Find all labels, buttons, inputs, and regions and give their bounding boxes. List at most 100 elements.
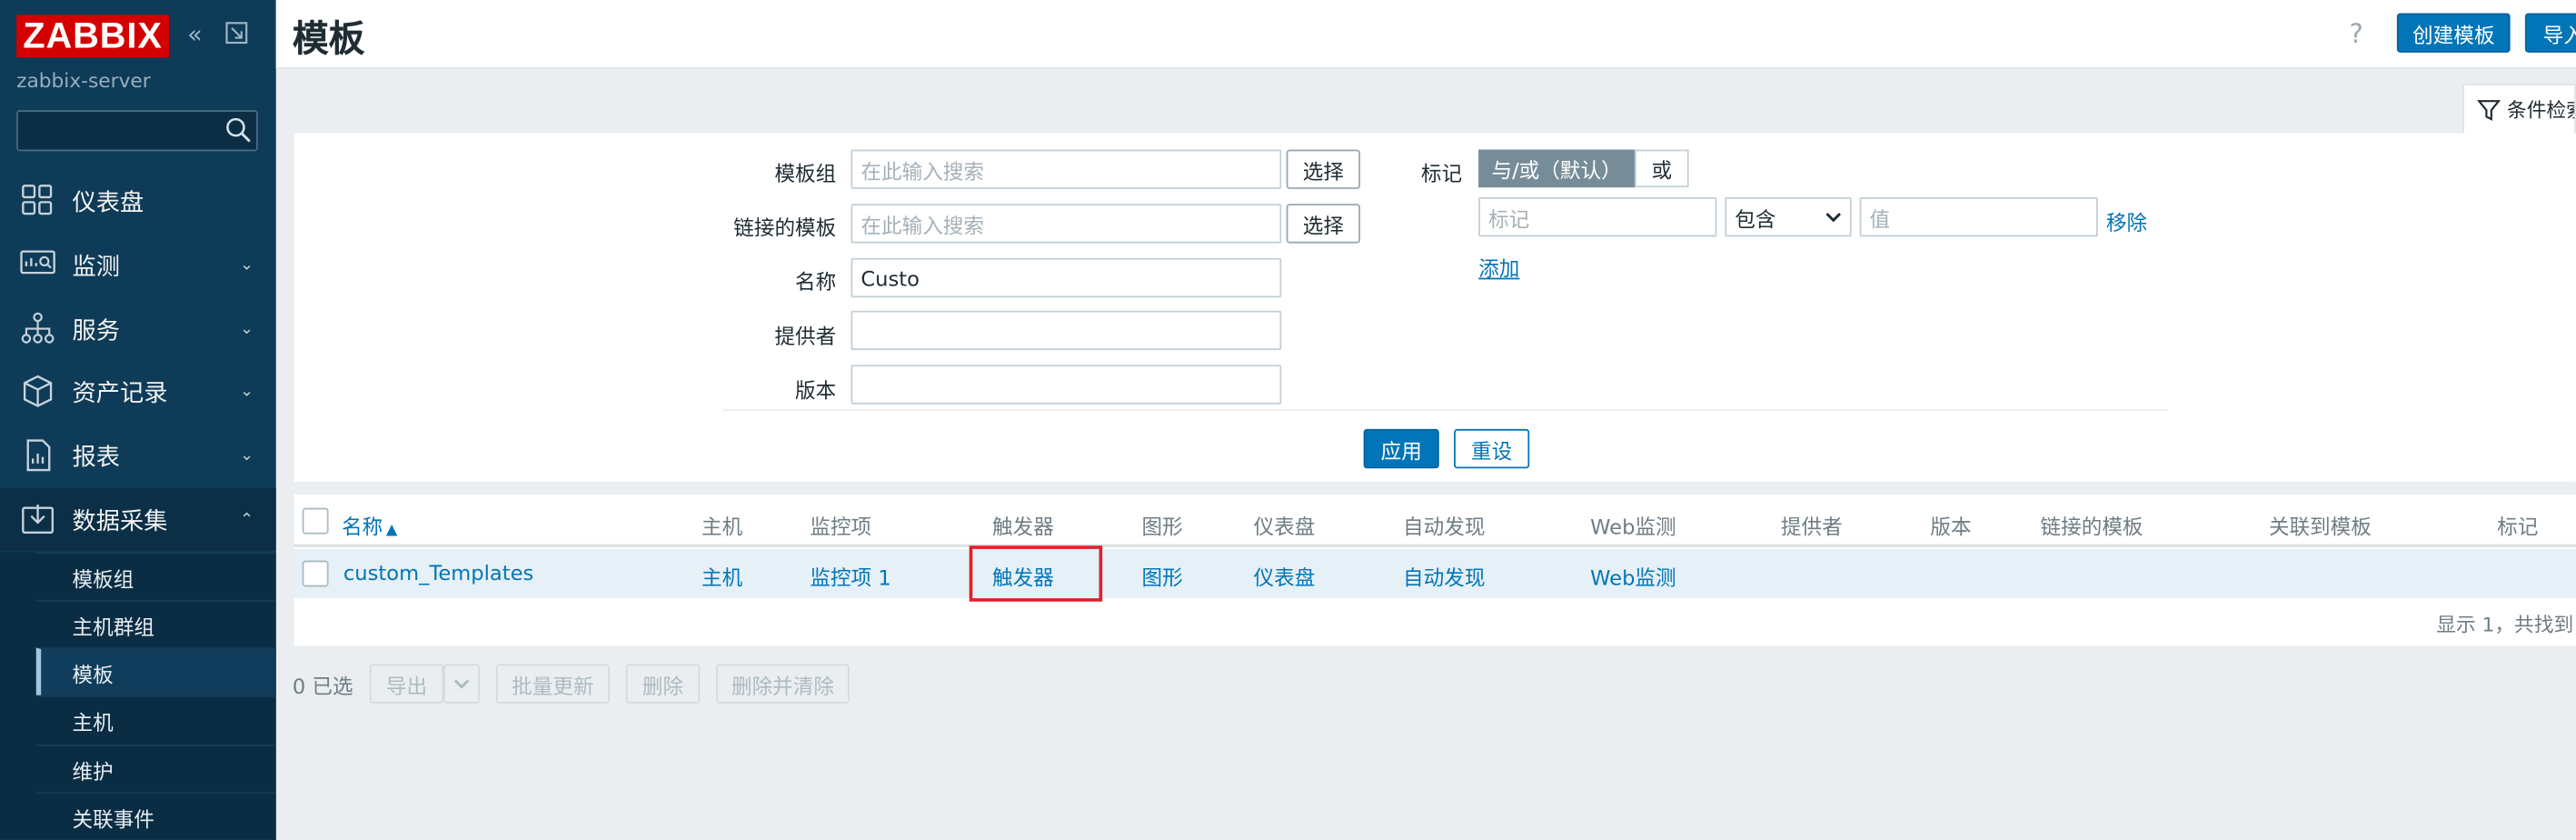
menu-item-reports[interactable]: 报表 ⌄ [0, 424, 276, 486]
table-row: custom_Templates 主机 监控项 1 触发器 图形 仪表盘 自动发… [293, 548, 2576, 599]
row-checkbox[interactable] [302, 560, 329, 587]
search-icon[interactable] [225, 116, 252, 143]
sidebar-search-input[interactable] [16, 110, 258, 152]
linked-templates-label: 链接的模板 [733, 215, 837, 240]
submenu-item-maintenance[interactable]: 维护 [35, 745, 276, 792]
filter-icon [2477, 98, 2501, 121]
chevron-down-icon [1825, 211, 1842, 223]
template-name-link[interactable]: custom_Templates [343, 561, 533, 585]
column-header-tags: 标记 [2497, 514, 2539, 540]
column-header-triggers: 触发器 [992, 514, 1054, 540]
vendor-input[interactable] [850, 310, 1282, 351]
help-icon[interactable]: ? [2349, 18, 2362, 49]
menu-item-services[interactable]: 服务 ⌄ [0, 297, 276, 360]
monitoring-icon [20, 246, 56, 283]
chevron-down-icon: ⌄ [239, 255, 254, 275]
table-footer-count: 显示 1，共找到 1 [2436, 613, 2576, 636]
apply-button[interactable]: 应用 [1363, 428, 1439, 469]
menu-item-monitoring[interactable]: 监测 ⌄ [0, 234, 276, 296]
selected-count: 0 已选 [292, 674, 353, 699]
table-header-row: 名称 ▲ 主机 监控项 触发器 图形 仪表盘 自动发现 Web监测 提供者 版本 … [293, 495, 2576, 548]
tag-operator-value: 包含 [1735, 205, 1776, 232]
menu-label: 服务 [72, 317, 120, 345]
chevron-down-icon: ⌄ [239, 319, 254, 338]
tag-name-input[interactable]: 标记 [1478, 196, 1717, 237]
menu-label: 报表 [72, 445, 120, 471]
tags-label: 标记 [1420, 161, 1463, 186]
triggers-highlight-box [969, 545, 1103, 602]
create-template-button[interactable]: 创建模板 [2396, 13, 2511, 53]
submenu-item-templates[interactable]: 模板 [35, 647, 276, 695]
chevron-down-icon [453, 678, 470, 690]
chevron-up-icon: ⌃ [239, 510, 254, 529]
collapse-sidebar-icon[interactable]: « [187, 20, 203, 50]
column-header-discovery: 自动发现 [1403, 514, 1486, 540]
version-label: 版本 [795, 377, 837, 403]
select-all-checkbox[interactable] [302, 507, 329, 535]
kiosk-mode-icon[interactable] [225, 22, 248, 45]
menu-label: 数据采集 [72, 508, 168, 535]
services-icon [20, 311, 56, 347]
submenu-item-template-groups[interactable]: 模板组 [35, 552, 276, 599]
version-input[interactable] [850, 365, 1282, 405]
column-header-version: 版本 [1930, 514, 1972, 540]
submenu-item-host-groups[interactable]: 主机群组 [35, 599, 276, 647]
menu-label: 资产记录 [72, 380, 168, 407]
templates-table: 名称 ▲ 主机 监控项 触发器 图形 仪表盘 自动发现 Web监测 提供者 版本 … [293, 495, 2576, 646]
discovery-link[interactable]: 自动发现 [1403, 561, 1485, 592]
submenu-item-event-correlation[interactable]: 关联事件 [35, 792, 276, 839]
import-button[interactable]: 导入 [2524, 13, 2576, 53]
column-header-name[interactable]: 名称 ▲ [342, 509, 397, 540]
tags-or-toggle[interactable]: 或 [1634, 149, 1689, 188]
submenu-item-hosts[interactable]: 主机 [35, 695, 276, 743]
page-header: 模板 ? [275, 0, 2576, 69]
tag-value-input[interactable]: 值 [1859, 196, 2098, 237]
delete-button[interactable]: 删除 [625, 664, 701, 704]
column-header-label: 名称 [342, 514, 383, 540]
tag-remove-link[interactable]: 移除 [2106, 205, 2147, 236]
hosts-link[interactable]: 主机 [701, 561, 742, 592]
filter-divider [722, 409, 2169, 411]
graphs-link[interactable]: 图形 [1142, 561, 1183, 592]
sort-asc-icon: ▲ [385, 522, 398, 540]
name-label: 名称 [795, 269, 837, 295]
reset-button[interactable]: 重设 [1454, 428, 1530, 469]
tag-operator-select[interactable]: 包含 [1725, 196, 1852, 237]
sidebar: ZABBIX « zabbix-server 仪表盘 监测 ⌄ 服务 ⌄ 资产记… [0, 0, 276, 840]
mass-update-button[interactable]: 批量更新 [496, 664, 610, 704]
tags-andor-toggle[interactable]: 与/或（默认） [1478, 149, 1635, 188]
inventory-box-icon [20, 373, 56, 409]
zabbix-logo[interactable]: ZABBIX [16, 15, 170, 58]
export-dropdown-button[interactable] [443, 664, 480, 704]
vendor-label: 提供者 [774, 324, 837, 349]
chevron-down-icon: ⌄ [239, 445, 254, 465]
items-link[interactable]: 监控项 1 [810, 561, 890, 592]
column-header-graphs: 图形 [1141, 514, 1183, 540]
filter-tab[interactable]: 条件检索 [2462, 84, 2576, 134]
column-header-vendor: 提供者 [1780, 514, 1843, 540]
name-input[interactable]: Custo [850, 257, 1282, 298]
data-collection-icon [20, 501, 56, 537]
linked-templates-input[interactable]: 在此输入搜索 [850, 204, 1282, 244]
report-icon [20, 437, 56, 474]
menu-label: 仪表盘 [72, 189, 144, 216]
web-link[interactable]: Web监测 [1590, 561, 1676, 592]
linked-templates-select-button[interactable]: 选择 [1286, 204, 1361, 244]
filter-tab-label: 条件检索 [2507, 98, 2574, 122]
template-group-label: 模板组 [774, 161, 837, 186]
column-header-items: 监控项 [810, 514, 872, 540]
column-header-hosts: 主机 [701, 514, 743, 540]
column-header-linked-to: 关联到模板 [2268, 514, 2372, 540]
submenu-data-collection: 模板组 主机群组 模板 主机 维护 关联事件 [0, 552, 276, 840]
export-button[interactable]: 导出 [369, 664, 444, 704]
tag-add-link[interactable]: 添加 [1478, 252, 1519, 283]
menu-item-dashboards[interactable]: 仪表盘 [0, 169, 276, 232]
delete-and-clear-button[interactable]: 删除并清除 [716, 664, 850, 704]
dashboard-icon [20, 183, 56, 219]
menu-item-inventory[interactable]: 资产记录 ⌄ [0, 360, 276, 423]
chevron-down-icon: ⌄ [239, 382, 254, 401]
menu-item-data-collection[interactable]: 数据采集 ⌃ [0, 487, 276, 551]
template-group-input[interactable]: 在此输入搜索 [850, 149, 1282, 189]
column-header-dashboards: 仪表盘 [1253, 514, 1316, 540]
dashboards-link[interactable]: 仪表盘 [1254, 561, 1316, 592]
